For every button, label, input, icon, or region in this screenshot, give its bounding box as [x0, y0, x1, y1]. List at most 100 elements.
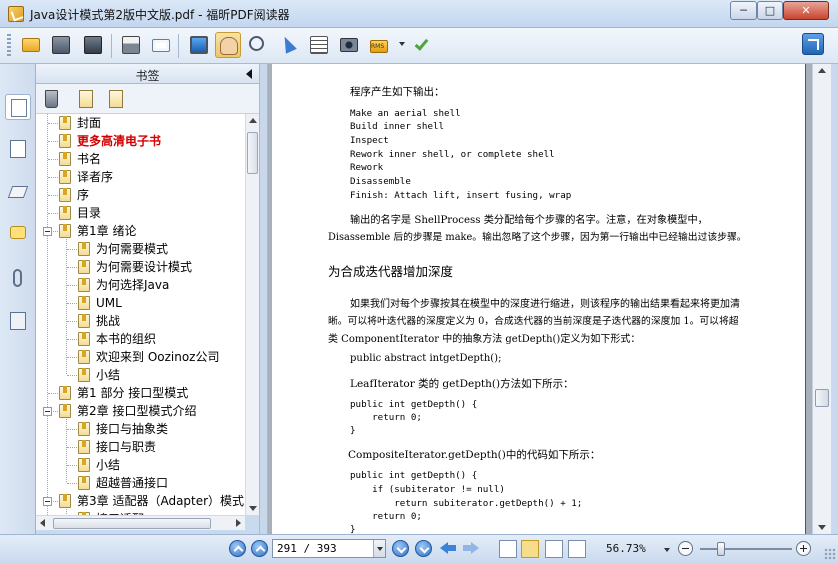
resize-grip[interactable]	[824, 548, 836, 560]
bookmark-vertical-scrollbar[interactable]	[245, 114, 259, 515]
page-dropdown-icon[interactable]	[373, 540, 385, 557]
delete-bookmark-icon[interactable]	[45, 90, 58, 108]
forward-icon[interactable]	[463, 541, 479, 555]
bookmark-item[interactable]: 为何需要模式	[78, 240, 168, 258]
output-line: Rework inner shell, or complete shell	[350, 149, 555, 160]
scroll-up-arrow[interactable]	[249, 118, 257, 123]
collapse-toggle-icon[interactable]	[43, 227, 52, 236]
document-vertical-scrollbar[interactable]	[812, 64, 831, 534]
document-view[interactable]: 程序产生如下输出： Make an aerial shell Build inn…	[268, 64, 812, 534]
zoom-slider-thumb[interactable]	[717, 542, 725, 556]
bookmark-item[interactable]: 译者序	[59, 168, 113, 186]
bookmark-item[interactable]: 为何选择Java	[78, 276, 169, 294]
text-select-button[interactable]	[306, 32, 332, 58]
toolbar-grip[interactable]	[7, 34, 11, 58]
bookmark-item[interactable]: 接口与抽象类	[78, 420, 168, 438]
fullscreen-button[interactable]	[186, 32, 212, 58]
single-page-icon[interactable]	[499, 540, 517, 558]
attachments-tab[interactable]	[5, 265, 31, 291]
scroll-right-arrow[interactable]	[236, 519, 241, 527]
back-icon[interactable]	[440, 541, 456, 555]
continuous-icon[interactable]	[521, 540, 539, 558]
bookmark-item[interactable]: 书名	[59, 150, 101, 168]
doc-text: 输出的名字是 ShellProcess 类分配给每个步骤的名字。注意，在对象模型…	[350, 215, 708, 226]
zoom-out-icon[interactable]	[678, 541, 693, 556]
bookmark-item[interactable]: 更多高清电子书	[59, 132, 161, 150]
save-as-button[interactable]	[80, 32, 106, 58]
first-page-icon[interactable]	[229, 540, 246, 557]
open-button[interactable]	[18, 32, 44, 58]
scroll-down-arrow[interactable]	[249, 506, 257, 511]
code-line: }	[350, 524, 356, 534]
facing-icon[interactable]	[545, 540, 563, 558]
collapse-toggle-icon[interactable]	[43, 407, 52, 416]
bookmark-item[interactable]: 超越普通接口	[78, 474, 168, 492]
horizontal-scroll-thumb[interactable]	[53, 518, 211, 529]
zoom-dropdown-icon[interactable]	[664, 548, 670, 552]
zoom-level[interactable]: 56.73%	[606, 542, 646, 555]
bookmark-item[interactable]: UML	[78, 294, 122, 312]
bookmark-item[interactable]: 目录	[59, 204, 101, 222]
tree-connector	[67, 339, 77, 340]
bookmark-label: 挑战	[96, 314, 121, 328]
bookmark-item[interactable]: 第1 部分 接口型模式	[59, 384, 188, 402]
minimize-button[interactable]: ─	[730, 1, 757, 20]
bookmark-item[interactable]: 为何需要设计模式	[78, 258, 192, 276]
print-button[interactable]	[118, 32, 144, 58]
sign-button[interactable]	[410, 32, 436, 58]
bookmark-item[interactable]: 序	[59, 186, 89, 204]
bookmark-item[interactable]: 第3章 适配器（Adapter）模式	[59, 492, 244, 510]
scroll-thumb[interactable]	[247, 132, 258, 174]
bookmark-item[interactable]: 第1章 绪论	[59, 222, 136, 240]
bookmark-item[interactable]: 第2章 接口型模式介绍	[59, 402, 196, 420]
zoom-slider-track[interactable]	[700, 548, 792, 550]
pages-tab[interactable]	[5, 136, 31, 162]
hand-tool-button[interactable]	[215, 32, 241, 58]
bookmark-item[interactable]: 小结	[78, 366, 120, 384]
bookmark-label: 序	[77, 188, 90, 202]
loupe-button[interactable]	[245, 32, 271, 58]
output-line: Inspect	[350, 135, 389, 146]
new-bookmark-icon[interactable]	[79, 90, 93, 108]
foxit-app-icon	[8, 6, 24, 22]
rms-button[interactable]: RMS	[366, 32, 392, 58]
bookmark-icon	[78, 296, 90, 310]
save-button[interactable]	[48, 32, 74, 58]
page-number-field[interactable]: 291 / 393	[272, 539, 386, 558]
close-button[interactable]: ✕	[783, 1, 829, 20]
next-page-icon[interactable]	[392, 540, 409, 557]
collapse-toggle-icon[interactable]	[43, 497, 52, 506]
bookmark-icon	[59, 206, 71, 220]
comments-tab[interactable]	[5, 222, 31, 248]
bookmark-item[interactable]: 接口与职责	[78, 438, 156, 456]
continuous-facing-icon[interactable]	[568, 540, 586, 558]
bookmark-item[interactable]: 挑战	[78, 312, 120, 330]
bookmark-item[interactable]: 小结	[78, 456, 120, 474]
rms-dropdown-arrow[interactable]	[399, 42, 405, 46]
scroll-down-arrow[interactable]	[818, 525, 826, 530]
bookmark-icon	[59, 494, 71, 508]
bookmark-horizontal-scrollbar[interactable]	[36, 515, 245, 530]
signatures-tab[interactable]	[5, 308, 31, 334]
doc-text: 如果我们对每个步骤按其在模型中的深度进行缩进，则该程序的输出结果看起来将更加清	[350, 299, 740, 310]
last-page-icon[interactable]	[415, 540, 432, 557]
document-scroll-thumb[interactable]	[815, 389, 829, 407]
scroll-up-arrow[interactable]	[818, 68, 826, 73]
bookmark-icon	[78, 350, 90, 364]
select-button[interactable]	[274, 32, 300, 58]
maximize-button[interactable]: □	[757, 1, 783, 20]
bookmark-item[interactable]: 本书的组织	[78, 330, 156, 348]
prev-page-icon[interactable]	[251, 540, 268, 557]
scroll-left-arrow[interactable]	[40, 519, 45, 527]
collapse-panel-icon[interactable]	[246, 69, 252, 79]
zoom-in-icon[interactable]	[796, 541, 811, 556]
panel-splitter[interactable]	[259, 64, 268, 534]
bookmark-item[interactable]: 欢迎来到 Oozinoz公司	[78, 348, 219, 366]
new-child-bookmark-icon[interactable]	[109, 90, 123, 108]
layers-tab[interactable]	[5, 178, 31, 204]
snapshot-button[interactable]	[336, 32, 362, 58]
bookmark-item[interactable]: 封面	[59, 114, 101, 132]
bookmarks-tab[interactable]	[5, 94, 31, 120]
email-button[interactable]	[148, 32, 174, 58]
expand-view-button[interactable]	[802, 33, 824, 55]
